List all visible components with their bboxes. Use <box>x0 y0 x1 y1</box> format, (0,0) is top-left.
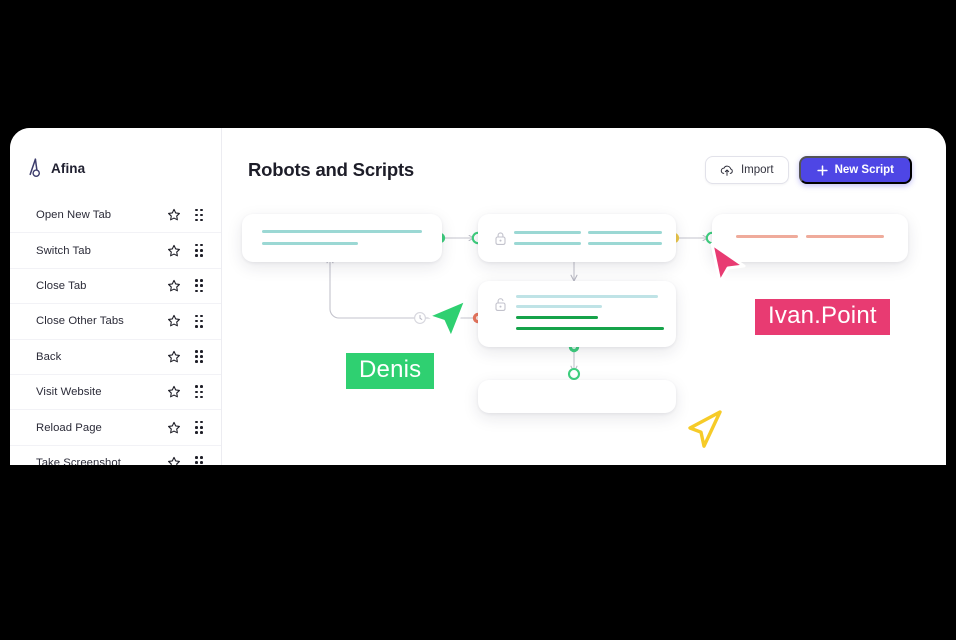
import-button[interactable]: Import <box>704 156 789 184</box>
letterbox-top <box>0 0 956 128</box>
import-label: Import <box>740 164 774 176</box>
lock-open-icon <box>495 298 506 311</box>
sidebar-item-label: Reload Page <box>36 421 102 434</box>
sidebar-item-label: Visit Website <box>36 386 102 399</box>
script-node-locked[interactable] <box>478 214 676 262</box>
app-window: Afina Open New Tab Switch Tab Close Tab Clo… <box>10 128 946 465</box>
drag-grip-icon[interactable] <box>195 350 205 364</box>
drag-grip-icon[interactable] <box>195 279 205 293</box>
sidebar-item-visit-website[interactable]: Visit Website <box>10 375 221 411</box>
cursor-denis <box>424 294 470 351</box>
node-line <box>514 231 581 234</box>
brand: Afina <box>10 128 221 184</box>
sidebar-item-reload-page[interactable]: Reload Page <box>10 410 221 446</box>
cursor-label-ivan: Ivan.Point <box>755 299 890 335</box>
letterbox-bottom <box>0 465 956 640</box>
cursor-arrow-icon <box>688 410 722 448</box>
node-line <box>516 295 658 299</box>
sidebar-item-open-new-tab[interactable]: Open New Tab <box>10 198 221 234</box>
sidebar-item-back[interactable]: Back <box>10 340 221 375</box>
brand-name: Afina <box>51 160 86 176</box>
star-outline-icon[interactable] <box>167 456 181 465</box>
script-node-complete[interactable] <box>478 380 676 413</box>
new-script-button[interactable]: New Script <box>798 156 912 184</box>
toolbar-actions: Import New Script <box>704 156 912 184</box>
sidebar-item-label: Switch Tab <box>36 244 91 257</box>
sidebar-item-take-screenshot[interactable]: Take Screenshot <box>10 446 221 465</box>
afina-a-logo-icon <box>29 158 40 178</box>
node-line <box>516 316 598 320</box>
star-outline-icon[interactable] <box>167 421 181 435</box>
sidebar-item-switch-tab[interactable]: Switch Tab <box>10 233 221 269</box>
star-outline-icon[interactable] <box>167 208 181 222</box>
node-line <box>516 327 664 331</box>
sidebar-item-label: Close Tab <box>36 279 87 292</box>
cursor-ivan <box>706 238 750 293</box>
drag-grip-icon[interactable] <box>195 243 205 257</box>
drag-grip-icon[interactable] <box>195 385 205 399</box>
drag-grip-icon[interactable] <box>195 314 205 328</box>
sidebar-item-label: Open New Tab <box>36 209 112 222</box>
new-script-label: New Script <box>834 164 894 176</box>
plus-icon <box>816 164 828 176</box>
star-outline-icon[interactable] <box>167 244 181 258</box>
star-outline-icon[interactable] <box>167 350 181 364</box>
script-node-unlocked[interactable] <box>478 281 676 347</box>
lock-closed-icon <box>495 232 506 245</box>
cursor-label-denis: Denis <box>346 353 435 389</box>
script-node-start[interactable] <box>242 214 442 262</box>
drag-grip-icon[interactable] <box>195 208 205 222</box>
page-title: Robots and Scripts <box>248 159 414 180</box>
star-outline-icon[interactable] <box>167 279 181 293</box>
sidebar-item-close-other-tabs[interactable]: Close Other Tabs <box>10 304 221 340</box>
node-line <box>588 242 662 245</box>
drag-grip-icon[interactable] <box>195 420 205 434</box>
main-panel: Robots and Scripts Import New Script Den… <box>222 128 946 465</box>
node-line <box>262 242 358 245</box>
star-outline-icon[interactable] <box>167 314 181 328</box>
node-line <box>806 235 884 238</box>
cursor-arrow-icon <box>426 298 468 340</box>
sidebar-item-label: Take Screenshot <box>36 456 121 465</box>
sidebar: Afina Open New Tab Switch Tab Close Tab Clo… <box>10 128 222 465</box>
flow-canvas[interactable]: Denis Ivan.Point <box>222 194 946 465</box>
cursor-arrow-icon <box>710 242 746 284</box>
sidebar-item-label: Back <box>36 350 62 363</box>
sidebar-item-label: Close Other Tabs <box>36 315 124 328</box>
toolbar: Robots and Scripts Import New Script <box>222 128 946 184</box>
node-line <box>514 242 581 245</box>
node-line <box>588 231 662 234</box>
cursor-momo <box>684 408 728 463</box>
node-line <box>516 305 602 308</box>
node-line <box>262 230 422 233</box>
screenshot-stage: Afina Open New Tab Switch Tab Close Tab Clo… <box>0 0 956 640</box>
sidebar-nav: Open New Tab Switch Tab Close Tab Close Oth… <box>10 184 221 465</box>
sidebar-item-close-tab[interactable]: Close Tab <box>10 269 221 305</box>
cloud-upload-icon <box>720 165 733 176</box>
drag-grip-icon[interactable] <box>195 456 205 465</box>
star-outline-icon[interactable] <box>167 385 181 399</box>
